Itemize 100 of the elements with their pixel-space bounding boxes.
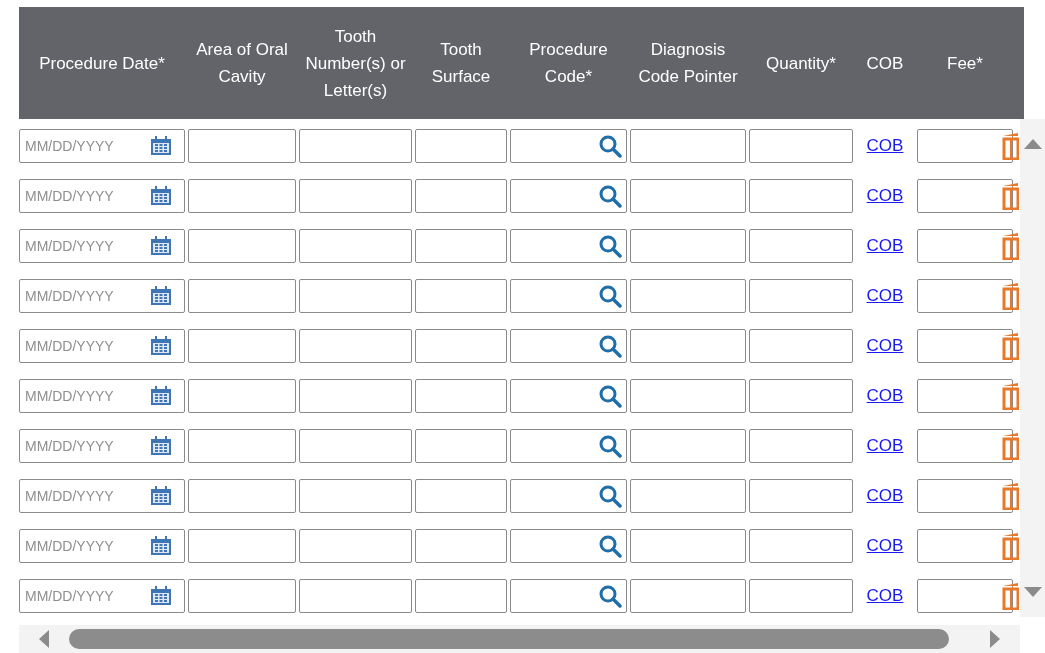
date-field[interactable]: MM/DD/YYYY (19, 379, 185, 413)
search-field[interactable] (510, 429, 627, 463)
cob-link[interactable]: COB (856, 133, 914, 159)
calendar-icon[interactable] (150, 336, 172, 356)
cob-link[interactable]: COB (856, 483, 914, 509)
calendar-icon[interactable] (150, 586, 172, 606)
input-field[interactable] (630, 479, 746, 513)
trash-icon[interactable] (1002, 132, 1019, 160)
search-field[interactable] (510, 379, 627, 413)
input-field[interactable] (917, 329, 1013, 363)
input-field[interactable] (917, 179, 1013, 213)
input-field[interactable] (749, 429, 853, 463)
cob-link[interactable]: COB (856, 533, 914, 559)
vertical-scrollbar[interactable] (1020, 119, 1045, 617)
input-field[interactable] (415, 429, 507, 463)
cob-link[interactable]: COB (856, 233, 914, 259)
input-field[interactable] (415, 529, 507, 563)
input-field[interactable] (188, 579, 296, 613)
input-field[interactable] (188, 179, 296, 213)
input-field[interactable] (188, 379, 296, 413)
search-field[interactable] (510, 129, 627, 163)
input-field[interactable] (917, 579, 1013, 613)
scroll-up-icon[interactable] (1023, 139, 1042, 149)
calendar-icon[interactable] (150, 436, 172, 456)
calendar-icon[interactable] (150, 186, 172, 206)
input-field[interactable] (188, 329, 296, 363)
trash-icon[interactable] (1002, 232, 1019, 260)
date-input[interactable]: MM/DD/YYYY (20, 335, 150, 357)
input-field[interactable] (299, 129, 412, 163)
input-field[interactable] (299, 329, 412, 363)
search-field[interactable] (510, 179, 627, 213)
input-field[interactable] (299, 429, 412, 463)
input-field[interactable] (299, 529, 412, 563)
input-field[interactable] (749, 479, 853, 513)
input-field[interactable] (917, 379, 1013, 413)
date-input[interactable]: MM/DD/YYYY (20, 385, 150, 407)
trash-icon[interactable] (1002, 182, 1019, 210)
trash-icon[interactable] (1002, 432, 1019, 460)
date-input[interactable]: MM/DD/YYYY (20, 185, 150, 207)
cob-link[interactable]: COB (856, 433, 914, 459)
search-icon[interactable] (598, 334, 622, 358)
search-icon[interactable] (598, 434, 622, 458)
search-field[interactable] (510, 229, 627, 263)
input-field[interactable] (188, 279, 296, 313)
date-input[interactable]: MM/DD/YYYY (20, 235, 150, 257)
trash-icon[interactable] (1002, 532, 1019, 560)
input-field[interactable] (917, 279, 1013, 313)
trash-icon[interactable] (1002, 332, 1019, 360)
input-field[interactable] (749, 129, 853, 163)
input-field[interactable] (299, 379, 412, 413)
calendar-icon[interactable] (150, 386, 172, 406)
horizontal-scrollbar[interactable] (19, 625, 1020, 653)
input-field[interactable] (630, 329, 746, 363)
input-field[interactable] (299, 279, 412, 313)
input-field[interactable] (917, 529, 1013, 563)
date-field[interactable]: MM/DD/YYYY (19, 279, 185, 313)
date-field[interactable]: MM/DD/YYYY (19, 129, 185, 163)
input-field[interactable] (630, 279, 746, 313)
date-input[interactable]: MM/DD/YYYY (20, 435, 150, 457)
input-field[interactable] (917, 229, 1013, 263)
input-field[interactable] (749, 179, 853, 213)
search-icon[interactable] (598, 284, 622, 308)
date-field[interactable]: MM/DD/YYYY (19, 479, 185, 513)
date-input[interactable]: MM/DD/YYYY (20, 135, 150, 157)
date-field[interactable]: MM/DD/YYYY (19, 529, 185, 563)
date-input[interactable]: MM/DD/YYYY (20, 535, 150, 557)
cob-link[interactable]: COB (856, 283, 914, 309)
scrollbar-thumb[interactable] (69, 629, 949, 649)
input-field[interactable] (415, 329, 507, 363)
search-icon[interactable] (598, 384, 622, 408)
search-field[interactable] (510, 479, 627, 513)
search-icon[interactable] (598, 234, 622, 258)
input-field[interactable] (415, 279, 507, 313)
date-field[interactable]: MM/DD/YYYY (19, 329, 185, 363)
input-field[interactable] (630, 229, 746, 263)
scroll-left-icon[interactable] (39, 630, 49, 648)
calendar-icon[interactable] (150, 286, 172, 306)
calendar-icon[interactable] (150, 236, 172, 256)
cob-link[interactable]: COB (856, 183, 914, 209)
date-field[interactable]: MM/DD/YYYY (19, 229, 185, 263)
input-field[interactable] (415, 129, 507, 163)
search-field[interactable] (510, 279, 627, 313)
search-field[interactable] (510, 329, 627, 363)
search-icon[interactable] (598, 534, 622, 558)
input-field[interactable] (749, 329, 853, 363)
trash-icon[interactable] (1002, 282, 1019, 310)
scroll-right-icon[interactable] (990, 630, 1000, 648)
input-field[interactable] (188, 429, 296, 463)
date-input[interactable]: MM/DD/YYYY (20, 285, 150, 307)
input-field[interactable] (299, 179, 412, 213)
search-icon[interactable] (598, 584, 622, 608)
input-field[interactable] (630, 179, 746, 213)
input-field[interactable] (630, 529, 746, 563)
input-field[interactable] (630, 429, 746, 463)
cob-link[interactable]: COB (856, 583, 914, 609)
calendar-icon[interactable] (150, 136, 172, 156)
input-field[interactable] (188, 529, 296, 563)
trash-icon[interactable] (1002, 482, 1019, 510)
input-field[interactable] (188, 129, 296, 163)
calendar-icon[interactable] (150, 486, 172, 506)
